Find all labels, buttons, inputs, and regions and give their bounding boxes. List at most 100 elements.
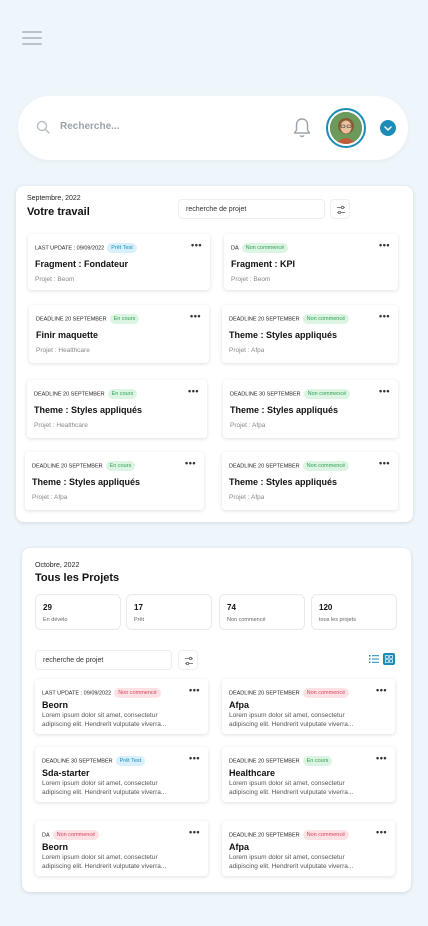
status-badge: Non commencé (114, 688, 161, 698)
status-badge: Non commencé (302, 314, 350, 324)
card-description: Lorem ipsum dolor sit amet, consectetur … (42, 854, 167, 870)
card-project: Projet : Healthcare (34, 422, 88, 429)
work-date: Septembre, 2022 (27, 195, 81, 202)
status-badge: Non commencé (241, 243, 289, 253)
grid-view-icon[interactable] (383, 653, 395, 665)
projects-panel: Octobre, 2022 Tous les Projets 29 En dév… (22, 548, 411, 892)
work-card[interactable]: DEADLINE 20 SEPTEMBER Non commencé ••• Th… (222, 452, 398, 510)
work-card[interactable]: DEADLINE 30 SEPTEMBER Non commencé ••• Th… (223, 380, 398, 438)
project-card[interactable]: DEADLINE 20 SEPTEMBER Non commencé ••• Af… (222, 821, 395, 876)
card-title: Theme : Styles appliqués (230, 405, 339, 415)
menu-icon[interactable] (22, 31, 42, 45)
card-meta: DEADLINE 30 SEPTEMBER (230, 391, 301, 398)
projects-filter-button[interactable] (178, 650, 198, 670)
stat-ready: 17 Prêt (126, 594, 212, 630)
more-options-icon[interactable]: ••• (189, 827, 200, 837)
more-options-icon[interactable]: ••• (379, 386, 390, 396)
stat-all-projects: 120 tous les projets (311, 594, 397, 630)
card-project: Projet : Afpa (229, 494, 265, 501)
search-icon (36, 120, 50, 134)
card-project: Projet : Healthcare (36, 347, 90, 354)
search-input[interactable]: Recherche... (60, 121, 119, 132)
card-meta: DEADLINE 20 SEPTEMBER (229, 463, 300, 470)
projects-search-input[interactable]: recherche de projet (35, 650, 172, 670)
more-options-icon[interactable]: ••• (379, 311, 390, 321)
card-title: Fragment : KPI (231, 259, 296, 269)
work-search-input[interactable]: recherche de projet (178, 199, 325, 219)
project-card[interactable]: DA Non commencé ••• Beorn Lorem ipsum dol… (35, 821, 208, 876)
card-title: Finir maquette (36, 330, 99, 340)
project-card[interactable]: LAST UPDATE : 09/09/2022 Non commencé •••… (35, 679, 208, 734)
status-badge: Non commencé (52, 830, 100, 840)
stat-in-development: 29 En dévelo (35, 594, 121, 630)
status-badge: En cours (302, 756, 333, 766)
work-title: Votre travail (27, 206, 90, 218)
work-card[interactable]: DEADLINE 20 SEPTEMBER En cours ••• Theme … (27, 380, 207, 438)
more-options-icon[interactable]: ••• (376, 685, 387, 695)
more-options-icon[interactable]: ••• (376, 827, 387, 837)
card-title: Healthcare (229, 768, 276, 778)
status-badge: En cours (107, 389, 138, 399)
status-badge: Non commencé (302, 688, 350, 698)
card-title: Theme : Styles appliqués (229, 477, 338, 487)
more-options-icon[interactable]: ••• (185, 458, 196, 468)
status-badge: Non commencé (303, 389, 351, 399)
card-title: Fragment : Fondateur (35, 259, 129, 269)
work-card[interactable]: DA Non commencé ••• Fragment : KPI Projet… (224, 234, 398, 290)
status-badge: En cours (105, 461, 136, 471)
status-badge: Non commencé (302, 461, 350, 471)
more-options-icon[interactable]: ••• (376, 753, 387, 763)
more-options-icon[interactable]: ••• (379, 240, 390, 250)
more-options-icon[interactable]: ••• (379, 458, 390, 468)
card-meta: LAST UPDATE : 09/09/2022 (35, 245, 105, 252)
card-description: Lorem ipsum dolor sit amet, consectetur … (229, 854, 354, 870)
project-card[interactable]: DEADLINE 30 SEPTEMBER Prêt Test ••• Sda-s… (35, 747, 208, 802)
bell-icon[interactable] (293, 117, 311, 139)
projects-title: Tous les Projets (35, 572, 120, 584)
card-project: Projet : Afpa (32, 494, 68, 501)
card-meta: LAST UPDATE : 09/09/2022 (42, 690, 112, 697)
project-card[interactable]: DEADLINE 20 SEPTEMBER Non commencé ••• Af… (222, 679, 395, 734)
card-description: Lorem ipsum dolor sit amet, consectetur … (42, 712, 167, 728)
more-options-icon[interactable]: ••• (189, 685, 200, 695)
work-card[interactable]: DEADLINE 20 SEPTEMBER En cours ••• Finir … (29, 305, 209, 363)
more-options-icon[interactable]: ••• (189, 753, 200, 763)
card-meta: DEADLINE 30 SEPTEMBER (42, 758, 113, 765)
top-search-bar: Recherche... (18, 96, 408, 160)
more-options-icon[interactable]: ••• (190, 311, 201, 321)
card-project: Projet : Beom (35, 276, 75, 283)
card-meta: DA (42, 832, 50, 839)
more-options-icon[interactable]: ••• (188, 386, 199, 396)
card-description: Lorem ipsum dolor sit amet, consectetur … (229, 712, 354, 728)
card-meta: DA (231, 245, 239, 252)
status-badge: En cours (109, 314, 140, 324)
card-title: Beorn (42, 842, 69, 852)
card-title: Afpa (229, 842, 249, 852)
card-project: Projet : Beom (231, 276, 271, 283)
work-card[interactable]: LAST UPDATE : 09/09/2022 Prêt Test ••• Fr… (28, 234, 210, 290)
work-panel: Septembre, 2022 Votre travail recherche … (16, 186, 413, 522)
work-card[interactable]: DEADLINE 20 SEPTEMBER En cours ••• Theme … (25, 452, 204, 510)
list-view-icon[interactable] (368, 653, 380, 665)
card-title: Afpa (229, 700, 249, 710)
work-filter-button[interactable] (330, 199, 350, 219)
card-meta: DEADLINE 20 SEPTEMBER (229, 316, 300, 323)
card-meta: DEADLINE 20 SEPTEMBER (36, 316, 107, 323)
card-meta: DEADLINE 20 SEPTEMBER (32, 463, 103, 470)
profile-dropdown-button[interactable] (380, 120, 396, 136)
status-badge: Prêt Test (107, 243, 137, 253)
work-card[interactable]: DEADLINE 20 SEPTEMBER Non commencé ••• Th… (222, 305, 398, 363)
card-description: Lorem ipsum dolor sit amet, consectetur … (42, 780, 167, 796)
filter-icon (337, 205, 345, 215)
card-meta: DEADLINE 20 SEPTEMBER (229, 758, 300, 765)
card-meta: DEADLINE 20 SEPTEMBER (229, 690, 300, 697)
project-card[interactable]: DEADLINE 20 SEPTEMBER En cours ••• Health… (222, 747, 395, 802)
stat-not-started: 74 Non commencé (219, 594, 305, 630)
card-title: Theme : Styles appliqués (229, 330, 338, 340)
card-title: Theme : Styles appliqués (32, 477, 141, 487)
more-options-icon[interactable]: ••• (191, 240, 202, 250)
card-project: Projet : Afpa (230, 422, 266, 429)
avatar[interactable] (326, 108, 366, 148)
card-title: Beorn (42, 700, 69, 710)
card-title: Theme : Styles appliqués (34, 405, 143, 415)
